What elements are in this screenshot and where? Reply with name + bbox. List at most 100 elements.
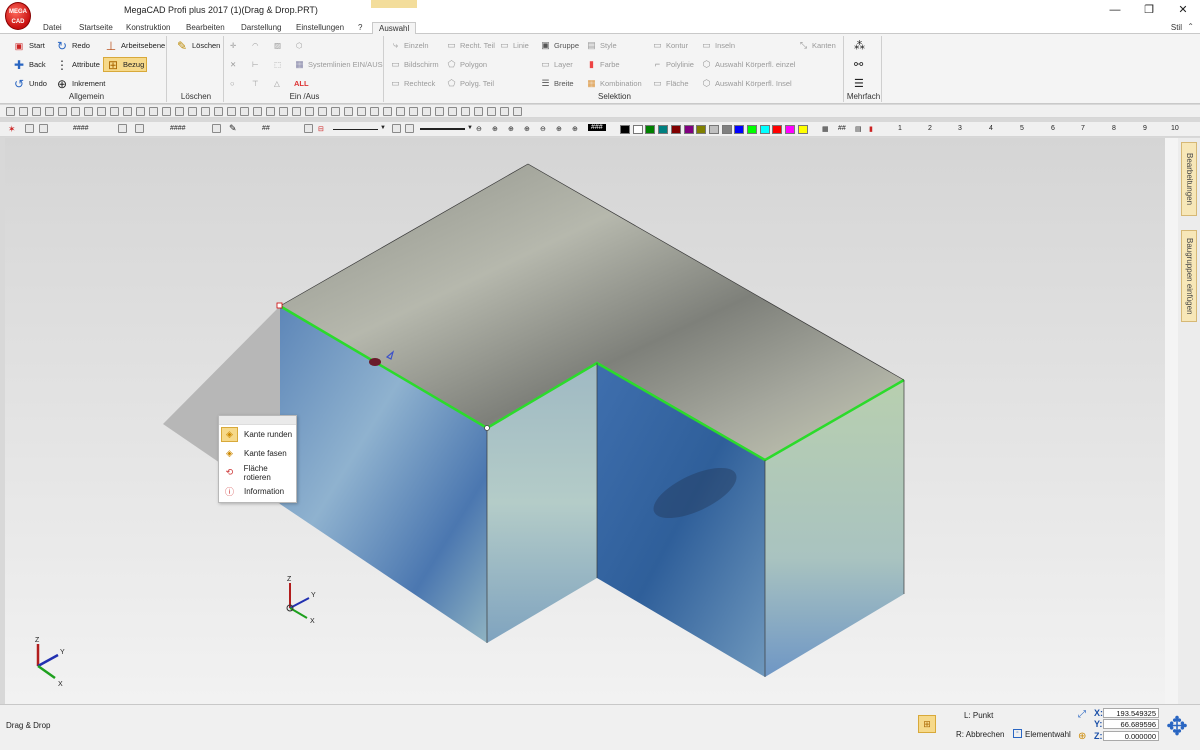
- attribute-button[interactable]: ⋮ Attribute: [55, 57, 100, 72]
- minimize-button[interactable]: —: [1098, 0, 1132, 21]
- snap-star-icon[interactable]: ✶: [8, 124, 16, 135]
- lock-icon-4[interactable]: [304, 124, 313, 133]
- tab-datei[interactable]: Datei: [43, 22, 62, 34]
- point-icon[interactable]: ✛: [230, 38, 236, 53]
- layer-number-9[interactable]: 9: [1143, 125, 1147, 132]
- field-3[interactable]: ##: [262, 125, 270, 132]
- einzeln-button[interactable]: ⤷ Einzeln: [390, 38, 429, 53]
- color-swatch[interactable]: [708, 125, 719, 134]
- inkrement-button[interactable]: ⊕ Inkrement: [55, 76, 105, 91]
- kontur-button[interactable]: ▭ Kontur: [652, 38, 688, 53]
- zoom-prev-icon[interactable]: ⊖: [540, 125, 546, 133]
- z-coordinate[interactable]: 0.000000: [1103, 731, 1159, 741]
- layer-number-5[interactable]: 5: [1020, 125, 1024, 132]
- vertex-marker[interactable]: [276, 302, 283, 309]
- measure-icon[interactable]: [110, 107, 119, 116]
- color-swatch[interactable]: [785, 125, 796, 134]
- open-icon[interactable]: [19, 107, 28, 116]
- systemlinien-button[interactable]: ▦ Systemlinien EIN/AUS: [294, 57, 382, 72]
- preview-icon[interactable]: [58, 107, 67, 116]
- page-icon-2[interactable]: [135, 124, 144, 133]
- color-swatch[interactable]: [645, 125, 656, 134]
- start-button[interactable]: ▣ Start: [12, 38, 45, 53]
- undo-button[interactable]: ↺ Undo: [12, 76, 47, 91]
- view-top-icon[interactable]: [279, 107, 288, 116]
- breite-button[interactable]: ☰ Breite: [540, 76, 573, 91]
- vertex-marker-2[interactable]: [484, 425, 490, 431]
- multi-stack-icon[interactable]: ☰: [854, 76, 864, 91]
- zoom-in-icon[interactable]: ⊕: [508, 125, 514, 133]
- layer-number-7[interactable]: 7: [1081, 125, 1085, 132]
- loeschen-button[interactable]: ✎ Löschen: [175, 38, 220, 53]
- element-select-icon[interactable]: ▫: [1013, 729, 1022, 738]
- color-swatch[interactable]: [772, 125, 783, 134]
- auswahl-einzel-button[interactable]: ⬡ Auswahl Körperfl. einzel: [701, 57, 796, 72]
- rechteck-button[interactable]: ▭ Rechteck: [390, 76, 435, 91]
- reference-status-icon[interactable]: ⊞: [918, 715, 936, 733]
- layer-icon[interactable]: [149, 107, 158, 116]
- color-swatch[interactable]: [658, 125, 669, 134]
- undo-small-icon[interactable]: [162, 107, 171, 116]
- element-select-label[interactable]: Elementwahl: [1025, 730, 1071, 739]
- print-icon[interactable]: [45, 107, 54, 116]
- field-4[interactable]: ###: [588, 124, 606, 131]
- sidebar-tab-baugruppen[interactable]: Baugruppen einfügen: [1181, 230, 1197, 322]
- cube3-icon[interactable]: [422, 107, 431, 116]
- zoom-all-icon[interactable]: ⊕: [524, 125, 530, 133]
- dimension-icon[interactable]: ⊢: [252, 57, 259, 72]
- color-swatch[interactable]: [734, 125, 745, 134]
- color-bars-icon[interactable]: ▮: [869, 125, 873, 133]
- sidebar-tab-bearbeitungen[interactable]: Bearbeitungen: [1181, 142, 1197, 216]
- layer-number-3[interactable]: 3: [958, 125, 962, 132]
- view-front-icon[interactable]: [266, 107, 275, 116]
- section-icon[interactable]: [357, 107, 366, 116]
- cube4-icon[interactable]: [435, 107, 444, 116]
- pen-icon[interactable]: ✎: [229, 123, 237, 134]
- layer-number-1[interactable]: 1: [898, 125, 902, 132]
- inseln-button[interactable]: ▭ Inseln: [701, 38, 735, 53]
- redo-button[interactable]: ↻ Redo: [55, 38, 90, 53]
- cube10-icon[interactable]: [513, 107, 522, 116]
- image-icon[interactable]: ▨: [274, 38, 281, 53]
- color-swatch[interactable]: [696, 125, 707, 134]
- gruppe-button[interactable]: ▣ Gruppe: [540, 38, 579, 53]
- tab-konstruktion[interactable]: Konstruktion: [126, 22, 170, 34]
- lock-icon-5[interactable]: [392, 124, 401, 133]
- zoom-out-icon[interactable]: ⊖: [476, 125, 482, 133]
- vertical-scrollbar[interactable]: [1165, 138, 1178, 704]
- cut-icon[interactable]: [71, 107, 80, 116]
- multi-select-icon[interactable]: ⁂: [854, 38, 865, 53]
- tab-darstellung[interactable]: Darstellung: [241, 22, 281, 34]
- polygon-button[interactable]: ⬠ Polygon: [446, 57, 488, 72]
- back-button[interactable]: ✚ Back: [12, 57, 46, 72]
- style-menu[interactable]: Stil: [1171, 23, 1182, 32]
- tab-help[interactable]: ?: [358, 22, 362, 34]
- bezug-button[interactable]: ⊞ Bezug: [103, 57, 148, 72]
- light-icon[interactable]: [370, 107, 379, 116]
- bildschirm-button[interactable]: ▭ Bildschirm: [390, 57, 438, 72]
- color-swatch[interactable]: [683, 125, 694, 134]
- wire-icon[interactable]: [331, 107, 340, 116]
- maximize-button[interactable]: ❐: [1132, 0, 1166, 21]
- layer-number-6[interactable]: 6: [1051, 125, 1055, 132]
- page-icon[interactable]: [39, 124, 48, 133]
- lock-icon-3[interactable]: [212, 124, 221, 133]
- arc-icon[interactable]: ◠: [252, 38, 259, 53]
- layer-number-8[interactable]: 8: [1112, 125, 1116, 132]
- megacad-logo[interactable]: MEGA CAD: [5, 2, 31, 30]
- line-width-sample[interactable]: [420, 128, 465, 130]
- view-navigator-icon[interactable]: ✥: [1161, 711, 1193, 743]
- circle-icon[interactable]: ○: [230, 76, 235, 91]
- layer-button[interactable]: ▭ Layer: [540, 57, 573, 72]
- render-icon[interactable]: [383, 107, 392, 116]
- cube9-icon[interactable]: [500, 107, 509, 116]
- triangle-icon[interactable]: △: [274, 76, 280, 91]
- field-1[interactable]: ####: [73, 125, 89, 132]
- redo-small-icon[interactable]: [175, 107, 184, 116]
- grid-icon[interactable]: [123, 107, 132, 116]
- tab-startseite[interactable]: Startseite: [79, 22, 113, 34]
- polyg-teil-button[interactable]: ⬠ Polyg. Teil: [446, 76, 494, 91]
- zoom-extents-icon[interactable]: ⊕: [572, 125, 578, 133]
- image-icon[interactable]: [201, 107, 210, 116]
- tab-einstellungen[interactable]: Einstellungen: [296, 22, 344, 34]
